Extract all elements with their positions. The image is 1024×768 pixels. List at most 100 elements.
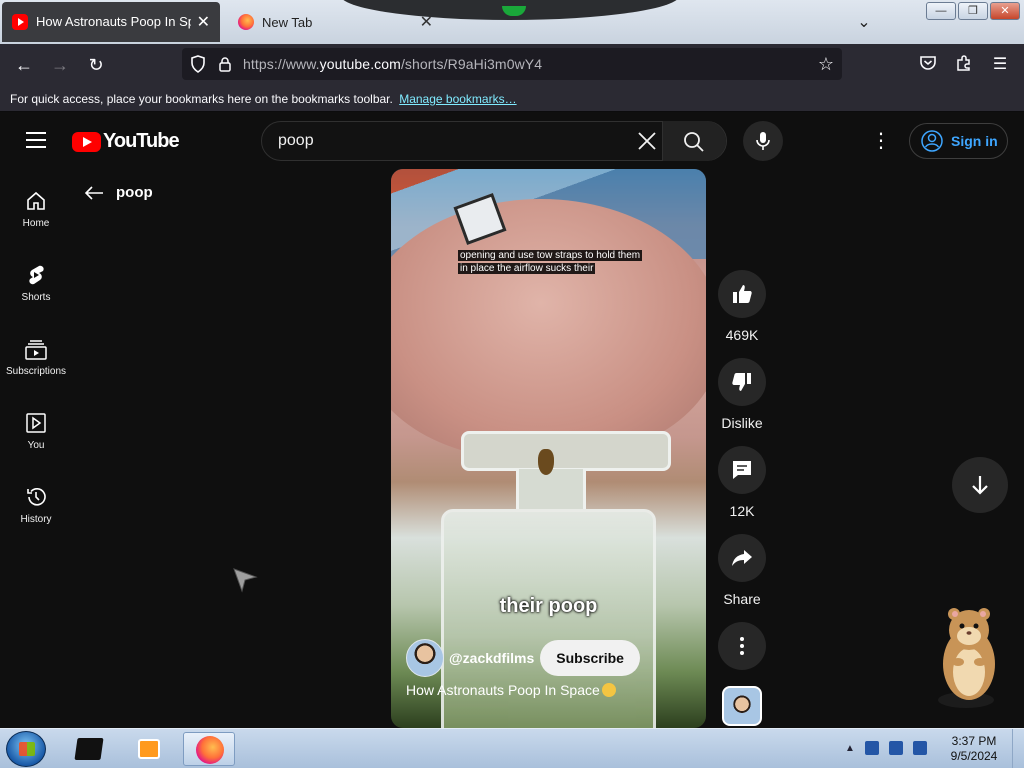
sidebar-item-subscriptions[interactable]: Subscriptions [0,338,72,398]
start-button[interactable] [6,731,46,767]
comment-icon [733,461,751,479]
subscriptions-icon [25,340,47,360]
channel-name[interactable]: @zackdfilms [449,650,534,666]
channel-thumbnail[interactable] [722,686,762,726]
bookmark-star-icon[interactable]: ☆ [818,54,834,75]
dislike-label: Dislike [721,415,763,431]
forward-arrow-icon[interactable]: → [47,53,73,77]
channel-row: @zackdfilms Subscribe [406,639,640,677]
like-action: 469K [718,270,766,343]
system-tray: ▲ [845,741,927,755]
sidebar-item-label: History [20,514,52,525]
back-to-search-button[interactable]: poop [84,184,153,201]
extensions-puzzle-icon[interactable] [953,54,975,76]
close-tab-icon[interactable]: ✕ [420,12,433,32]
sidebar-item-label: Shorts [21,292,51,303]
voice-search-button[interactable] [743,121,783,161]
sidebar-item-label: Subscriptions [5,366,67,377]
clock-time: 3:37 PM [951,734,997,748]
manage-bookmarks-link[interactable]: Manage bookmarks… [399,92,516,106]
next-video-button[interactable] [952,457,1008,513]
taskbar-firefox-app[interactable] [183,732,235,766]
network-icon[interactable] [888,741,903,755]
restore-button[interactable]: ❐ [958,2,988,20]
system-clock[interactable]: 3:37 PM 9/5/2024 [944,734,1004,764]
caption-line: in place the airflow sucks their [458,263,596,274]
window-controls: — ❐ ✕ [926,2,1020,20]
video-frame-neck [516,469,586,509]
share-action: Share [718,534,766,607]
guide-menu-icon[interactable] [26,132,46,148]
video-frame-drop [538,449,554,475]
account-icon [921,130,943,152]
browser-tab-bar: How Astronauts Poop In Space 😨 ✕ New Tab… [0,0,1024,44]
tab-new-tab[interactable]: New Tab ✕ [228,2,443,42]
youtube-logo[interactable]: YouTube [72,130,180,153]
video-frame-lid [461,431,671,471]
share-button[interactable] [718,534,766,582]
hamster-sticker-icon [938,608,995,708]
close-tab-icon[interactable]: ✕ [197,12,210,32]
close-window-button[interactable]: ✕ [990,2,1020,20]
back-arrow-icon [84,185,103,200]
arrow-down-icon [972,476,988,495]
dislike-action: Dislike [718,358,766,431]
history-icon [27,488,46,506]
sidebar-item-shorts[interactable]: Shorts [0,264,72,324]
search-box: poop [261,121,727,161]
clear-search-icon[interactable] [636,130,658,152]
firefox-icon [196,736,224,764]
reload-icon[interactable]: ↻ [83,53,109,77]
sign-in-button[interactable]: Sign in [909,123,1008,159]
mouse-cursor-icon [233,568,258,593]
show-desktop-button[interactable] [1012,729,1024,768]
terminal-icon [74,738,104,760]
search-icon [684,132,704,152]
firefox-favicon-icon [238,14,254,30]
tracking-shield-icon[interactable] [190,55,206,73]
tab-youtube-short[interactable]: How Astronauts Poop In Space 😨 ✕ [2,2,220,42]
windows-taskbar: ▲ 3:37 PM 9/5/2024 [0,728,1024,768]
video-title[interactable]: How Astronauts Poop In Space [406,682,616,698]
comment-count: 12K [729,503,755,519]
subscribe-button[interactable]: Subscribe [540,640,640,676]
shorts-video-player[interactable]: opening and use tow straps to hold them … [391,169,706,728]
lock-icon[interactable] [218,56,232,72]
home-icon [27,191,45,210]
taskbar-terminal-app[interactable] [62,732,114,766]
youtube-logo-text: YouTube [103,130,180,152]
bookmarks-toolbar: For quick access, place your bookmarks h… [0,86,1024,112]
sidebar-item-label: Home [22,218,50,229]
back-arrow-icon[interactable]: ← [11,53,37,77]
dislike-button[interactable] [718,358,766,406]
more-vertical-icon [740,637,744,655]
list-all-tabs-chevron-icon[interactable]: ⌄ [854,12,874,32]
more-options-button[interactable] [718,622,766,670]
tray-app-icon[interactable] [864,741,879,755]
back-label: poop [116,184,153,201]
you-icon [26,413,46,433]
sidebar-item-home[interactable]: Home [0,190,72,250]
like-button[interactable] [718,270,766,318]
volume-icon[interactable] [912,741,927,755]
comments-action: 12K [718,446,766,519]
minimize-button[interactable]: — [926,2,956,20]
comments-button[interactable] [718,446,766,494]
sidebar-item-history[interactable]: History [0,486,72,546]
media-player-icon [138,739,160,759]
sidebar-item-you[interactable]: You [0,412,72,472]
youtube-favicon-icon [12,14,28,30]
app-menu-icon[interactable]: ☰ [989,54,1011,76]
search-button[interactable] [662,121,726,161]
share-label: Share [723,591,761,607]
taskbar-media-app[interactable] [122,732,174,766]
tray-expand-icon[interactable]: ▲ [845,743,855,754]
thumbs-down-icon [732,373,751,391]
channel-avatar[interactable] [406,639,444,677]
bookmarks-message: For quick access, place your bookmarks h… [10,92,393,106]
pocket-icon[interactable] [917,54,939,76]
settings-more-icon[interactable]: ⋮ [866,129,896,153]
search-input[interactable]: poop [278,132,314,150]
url-text[interactable]: https://www.youtube.com/shorts/R9aHi3m0w… [243,56,542,72]
address-bar[interactable]: https://www.youtube.com/shorts/R9aHi3m0w… [182,48,842,80]
